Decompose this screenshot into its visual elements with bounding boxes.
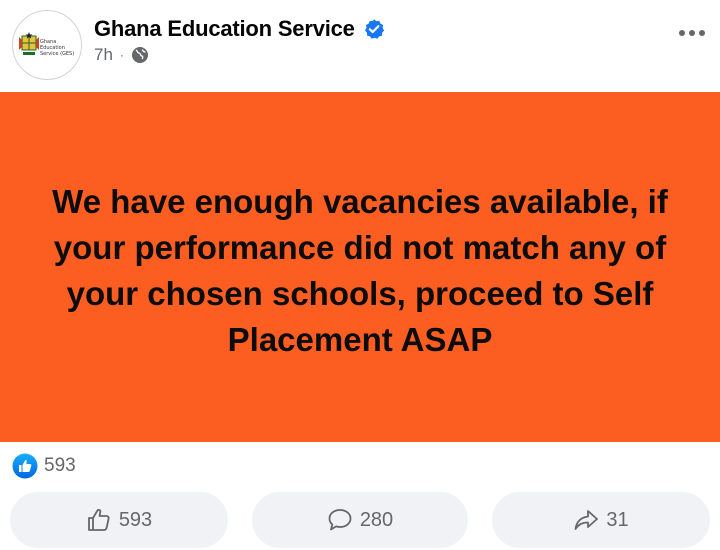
globe-icon: [131, 47, 148, 63]
comment-count: 280: [359, 508, 394, 531]
reaction-summary[interactable]: 593: [12, 453, 76, 479]
like-reaction-icon: [12, 453, 38, 479]
post-header: Ghana Education Service (GES) Ghana Educ…: [0, 0, 720, 92]
like-button[interactable]: 593: [10, 492, 228, 548]
title-row: Ghana Education Service: [94, 16, 385, 42]
thumbs-up-icon: [87, 508, 110, 531]
post-meta: 7h ·: [94, 45, 149, 65]
comment-icon: [328, 509, 352, 531]
like-count: 593: [118, 508, 153, 531]
coat-of-arms-icon: [19, 32, 39, 55]
post-image-banner[interactable]: We have enough vacancies available, if y…: [0, 92, 720, 442]
share-button[interactable]: 31: [492, 492, 710, 548]
meta-separator: ·: [119, 48, 124, 62]
more-options-icon[interactable]: [678, 26, 706, 40]
reaction-count: 593: [44, 455, 76, 476]
verified-badge-icon: [364, 19, 384, 39]
post-time[interactable]: 7h: [94, 45, 113, 65]
post-message: We have enough vacancies available, if y…: [52, 183, 668, 358]
logo-text: Ghana Education Service (GES): [40, 39, 75, 57]
page-name[interactable]: Ghana Education Service: [94, 16, 355, 42]
share-count: 31: [606, 508, 629, 531]
comment-button[interactable]: 280: [252, 492, 468, 548]
share-icon: [574, 510, 599, 530]
page-avatar[interactable]: Ghana Education Service (GES): [12, 10, 82, 80]
